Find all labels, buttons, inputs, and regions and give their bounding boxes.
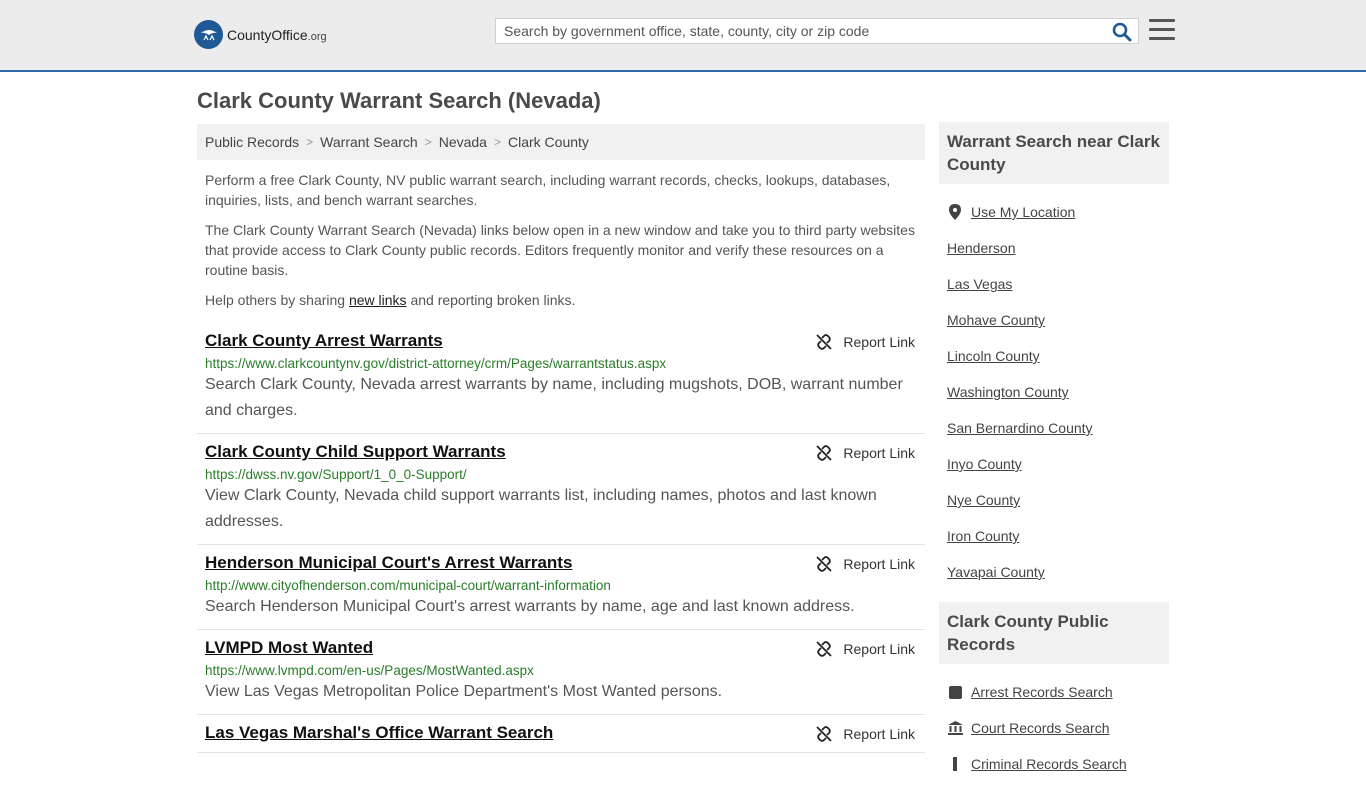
nearby-link[interactable]: Henderson (947, 240, 1016, 256)
criminal-records-link[interactable]: Criminal Records Search (971, 756, 1127, 772)
result-url: https://www.clarkcountynv.gov/district-a… (205, 356, 667, 371)
logo-domain: .org (307, 30, 327, 43)
nearby-link[interactable]: Mohave County (947, 312, 1045, 328)
results-list: Clark County Arrest Warrants https://www… (197, 323, 925, 753)
report-link-label: Report Link (843, 726, 915, 742)
sidebar-records-list: Arrest Records Search Court Records Sear… (939, 664, 1169, 788)
report-link-label: Report Link (843, 334, 915, 350)
report-link-button[interactable]: Report Link (815, 725, 915, 743)
nearby-link[interactable]: Nye County (947, 492, 1020, 508)
courthouse-icon (947, 721, 963, 735)
result-item: Las Vegas Marshal's Office Warrant Searc… (197, 715, 925, 753)
result-url: https://dwss.nv.gov/Support/1_0_0-Suppor… (205, 467, 467, 482)
result-url: http://www.cityofhenderson.com/municipal… (205, 578, 611, 593)
breadcrumb-separator: > (493, 135, 501, 149)
sidebar-item-washington-county: Washington County (947, 374, 1161, 410)
map-pin-icon (947, 204, 963, 220)
report-link-button[interactable]: Report Link (815, 444, 915, 462)
breadcrumb-public-records[interactable]: Public Records (205, 134, 299, 150)
result-title-link[interactable]: Clark County Child Support Warrants (205, 442, 506, 461)
court-records-link[interactable]: Court Records Search (971, 720, 1110, 736)
nearby-link[interactable]: San Bernardino County (947, 420, 1093, 436)
sidebar-item-criminal-records: Criminal Records Search (947, 746, 1161, 782)
sidebar-item-court-records: Court Records Search (947, 710, 1161, 746)
report-link-label: Report Link (843, 556, 915, 572)
sidebar: Warrant Search near Clark County Use My … (939, 122, 1169, 788)
sidebar-item-las-vegas: Las Vegas (947, 266, 1161, 302)
sidebar-near-title: Warrant Search near Clark County (939, 122, 1169, 184)
intro-paragraph-3: Help others by sharing new links and rep… (205, 292, 576, 308)
logo-seal-icon (194, 20, 223, 49)
sidebar-item-use-my-location: Use My Location (947, 194, 1161, 230)
result-description: Search Henderson Municipal Court's arres… (205, 598, 855, 615)
report-link-label: Report Link (843, 641, 915, 657)
search-box (495, 18, 1139, 44)
report-link-button[interactable]: Report Link (815, 640, 915, 658)
report-link-button[interactable]: Report Link (815, 333, 915, 351)
sidebar-item-lincoln-county: Lincoln County (947, 338, 1161, 374)
sidebar-item-iron-county: Iron County (947, 518, 1161, 554)
sidebar-near-list: Use My Location Henderson Las Vegas Moha… (939, 184, 1169, 596)
intro-text: Perform a free Clark County, NV public w… (205, 170, 920, 320)
breadcrumb-separator: > (424, 135, 432, 149)
use-my-location-link[interactable]: Use My Location (971, 204, 1075, 220)
sidebar-item-inyo-county: Inyo County (947, 446, 1161, 482)
breadcrumb: Public Records > Warrant Search > Nevada… (197, 124, 925, 160)
new-links-link[interactable]: new links (349, 292, 407, 308)
sidebar-item-nye-county: Nye County (947, 482, 1161, 518)
report-link-button[interactable]: Report Link (815, 555, 915, 573)
broken-link-icon (816, 641, 833, 657)
result-item: Henderson Municipal Court's Arrest Warra… (197, 545, 925, 630)
result-description: Search Clark County, Nevada arrest warra… (205, 376, 903, 419)
sidebar-item-san-bernardino-county: San Bernardino County (947, 410, 1161, 446)
top-bar: CountyOffice.org (0, 0, 1366, 72)
arrest-records-link[interactable]: Arrest Records Search (971, 684, 1113, 700)
nearby-link[interactable]: Yavapai County (947, 564, 1045, 580)
result-title-link[interactable]: LVMPD Most Wanted (205, 638, 373, 657)
broken-link-icon (816, 445, 833, 461)
sidebar-item-mohave-county: Mohave County (947, 302, 1161, 338)
search-button[interactable] (1112, 22, 1132, 42)
nearby-link[interactable]: Lincoln County (947, 348, 1040, 364)
intro-paragraph-1: Perform a free Clark County, NV public w… (205, 172, 891, 208)
search-icon (1112, 22, 1132, 42)
hamburger-menu-icon[interactable] (1149, 19, 1175, 41)
nearby-link[interactable]: Washington County (947, 384, 1069, 400)
result-title-link[interactable]: Henderson Municipal Court's Arrest Warra… (205, 553, 572, 572)
result-title-link[interactable]: Clark County Arrest Warrants (205, 331, 443, 350)
logo-name: CountyOffice (227, 26, 308, 43)
nearby-link[interactable]: Iron County (947, 528, 1019, 544)
result-url: https://www.lvmpd.com/en-us/Pages/MostWa… (205, 663, 534, 678)
report-link-label: Report Link (843, 445, 915, 461)
sidebar-item-arrest-records: Arrest Records Search (947, 674, 1161, 710)
handcuffs-icon (947, 757, 963, 771)
sidebar-records-title: Clark County Public Records (939, 602, 1169, 664)
broken-link-icon (816, 726, 833, 742)
square-icon (947, 685, 963, 699)
nearby-link[interactable]: Inyo County (947, 456, 1022, 472)
result-item: Clark County Arrest Warrants https://www… (197, 323, 925, 434)
result-description: View Clark County, Nevada child support … (205, 487, 877, 530)
result-item: Clark County Child Support Warrants http… (197, 434, 925, 545)
sidebar-item-yavapai-county: Yavapai County (947, 554, 1161, 590)
result-item: LVMPD Most Wanted https://www.lvmpd.com/… (197, 630, 925, 715)
breadcrumb-nevada[interactable]: Nevada (439, 134, 487, 150)
result-title-link[interactable]: Las Vegas Marshal's Office Warrant Searc… (205, 723, 553, 742)
site-logo[interactable]: CountyOffice.org (194, 20, 327, 49)
breadcrumb-warrant-search[interactable]: Warrant Search (320, 134, 418, 150)
search-input[interactable] (496, 19, 1112, 43)
intro-paragraph-2: The Clark County Warrant Search (Nevada)… (205, 222, 915, 278)
sidebar-item-henderson: Henderson (947, 230, 1161, 266)
breadcrumb-separator: > (306, 135, 314, 149)
page-title: Clark County Warrant Search (Nevada) (197, 88, 601, 113)
breadcrumb-clark-county[interactable]: Clark County (508, 134, 589, 150)
result-description: View Las Vegas Metropolitan Police Depar… (205, 683, 723, 700)
broken-link-icon (816, 556, 833, 572)
broken-link-icon (816, 334, 833, 350)
nearby-link[interactable]: Las Vegas (947, 276, 1012, 292)
